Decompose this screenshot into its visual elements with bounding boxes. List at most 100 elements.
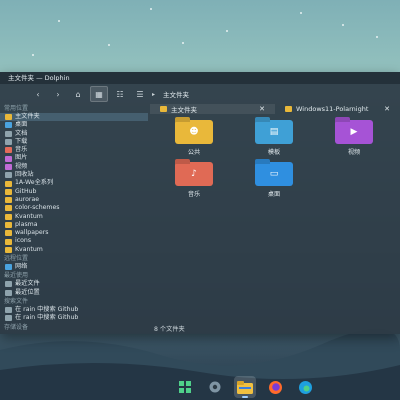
close-tab-icon[interactable]: ✕: [259, 105, 265, 113]
folder-icon: [5, 246, 12, 253]
network-icon: [5, 264, 12, 271]
settings-icon[interactable]: [204, 376, 226, 398]
home-folder-icon: [5, 114, 12, 121]
folder-icon: ▶: [335, 120, 373, 144]
tab-label: Windows11-Polarnight: [296, 105, 369, 113]
status-bar: 8 个文件夹: [154, 326, 185, 333]
pictures-folder-icon: [5, 155, 12, 162]
tab-home[interactable]: 主文件夹 ✕: [150, 104, 275, 114]
trash-icon: [5, 172, 12, 179]
music-note-icon: ♪: [191, 169, 197, 179]
folder-item[interactable]: ▭ 桌面: [244, 162, 304, 198]
breadcrumb-arrow-icon: ▸: [152, 90, 156, 98]
sidebar-item[interactable]: 下载: [0, 138, 148, 146]
sidebar-item-label: Kvantum: [15, 245, 43, 253]
sidebar-item-label: 最近文件: [15, 280, 40, 288]
folder-icon: [5, 197, 12, 204]
section-recent: 最近使用: [4, 272, 29, 280]
sidebar-item-label: Kvantum: [15, 212, 43, 220]
sidebar-item[interactable]: 在 rain 中搜索 Github: [0, 306, 148, 314]
file-manager-icon[interactable]: [234, 376, 256, 398]
sidebar-item-label: 在 rain 中搜索 Github: [15, 314, 79, 322]
sidebar-item-label: aurorae: [15, 195, 40, 203]
documents-folder-icon: [5, 130, 12, 137]
start-menu-icon[interactable]: [174, 376, 196, 398]
folder-icon: ☻: [175, 120, 213, 144]
places-panel: 常用位置 主文件夹 桌面 文档 下载 音乐 图片 视频 回收站 1A-We全系列 GitHub au…: [0, 104, 148, 334]
person-icon: ☻: [189, 127, 199, 137]
sidebar-item-label: 图片: [15, 154, 28, 162]
folder-label: 桌面: [267, 191, 281, 198]
icons-view-icon[interactable]: ▦: [90, 86, 108, 102]
folder-icon: [5, 230, 12, 237]
taskbar: [0, 374, 400, 400]
sidebar-item[interactable]: 视频: [0, 163, 148, 171]
tab-bar: 主文件夹 ✕ Windows11-Polarnight ✕: [150, 104, 400, 114]
close-tab-icon[interactable]: ✕: [384, 105, 390, 113]
folder-label: 公共: [187, 149, 201, 156]
section-remote: 远程位置: [4, 255, 29, 263]
folder-icon: ▭: [255, 162, 293, 186]
sidebar-item[interactable]: plasma: [0, 221, 148, 229]
folder-icon: [5, 188, 12, 195]
folder-icon: ▤: [255, 120, 293, 144]
search-icon: [5, 307, 12, 314]
sidebar-item-label: 文档: [15, 129, 28, 137]
window-title: 主文件夹 — Dolphin: [0, 72, 400, 84]
folder-item[interactable]: ▶ 视频: [324, 120, 384, 156]
video-icon: ▶: [350, 127, 358, 137]
section-search: 搜索文件: [4, 297, 29, 305]
sidebar-item[interactable]: 在 rain 中搜索 Github: [0, 314, 148, 322]
sidebar-item[interactable]: 最近文件: [0, 280, 148, 288]
compact-view-icon[interactable]: ☷: [112, 87, 128, 101]
tab-label: 主文件夹: [171, 106, 197, 114]
sidebar-item[interactable]: 文档: [0, 130, 148, 138]
dolphin-window: 主文件夹 — Dolphin ‹ › ⌂ ▦ ☷ ☰ ▸ 主文件夹 常用位置 主…: [0, 72, 400, 334]
sidebar-item[interactable]: 桌面: [0, 121, 148, 129]
folder-label: 模板: [267, 149, 281, 156]
sidebar-item-label: plasma: [15, 220, 38, 228]
edge-browser-icon[interactable]: [294, 376, 316, 398]
sidebar-item-label: 视频: [15, 162, 28, 170]
section-places: 常用位置: [4, 105, 29, 112]
back-icon[interactable]: ‹: [30, 87, 46, 101]
firefox-icon[interactable]: [264, 376, 286, 398]
sidebar-item[interactable]: 图片: [0, 154, 148, 162]
sidebar-item-label: 下载: [15, 137, 28, 145]
search-icon: [5, 315, 12, 322]
sidebar-item-label: GitHub: [15, 187, 37, 195]
folder-label: 音乐: [187, 191, 201, 198]
sidebar-item[interactable]: wallpapers: [0, 229, 148, 237]
folder-icon: [285, 106, 292, 112]
folder-item[interactable]: ▤ 模板: [244, 120, 304, 156]
sidebar-item[interactable]: 1A-We全系列: [0, 179, 148, 187]
tab-windows11-polarnight[interactable]: Windows11-Polarnight ✕: [275, 104, 400, 114]
sidebar-item[interactable]: Kvantum: [0, 213, 148, 221]
folder-icon: [5, 238, 12, 245]
folder-icon: [160, 106, 167, 112]
sidebar-item[interactable]: GitHub: [0, 188, 148, 196]
folder-item[interactable]: ♪ 音乐: [164, 162, 224, 198]
desktop-icon: ▭: [269, 169, 279, 179]
home-icon[interactable]: ⌂: [70, 87, 86, 101]
folder-icon: ♪: [175, 162, 213, 186]
downloads-folder-icon: [5, 139, 12, 146]
breadcrumb[interactable]: 主文件夹: [163, 89, 189, 99]
sidebar-item[interactable]: icons: [0, 237, 148, 245]
sidebar-item[interactable]: aurorae: [0, 196, 148, 204]
templates-icon: ▤: [269, 127, 279, 137]
sidebar-item[interactable]: Kvantum: [0, 246, 148, 254]
section-devices: 存储设备: [4, 323, 29, 331]
folder-icon: [5, 205, 12, 212]
sidebar-item[interactable]: 网络: [0, 263, 148, 271]
details-view-icon[interactable]: ☰: [132, 87, 148, 101]
folder-icon: [5, 180, 12, 187]
file-view: 主文件夹 ✕ Windows11-Polarnight ✕ ☻ 公共 ▤ 模板 ▶ 视频 ♪…: [150, 104, 400, 334]
sidebar-item-label: icons: [15, 237, 32, 245]
recent-locations-icon: [5, 289, 12, 296]
recent-files-icon: [5, 281, 12, 288]
sidebar-item[interactable]: 最近位置: [0, 289, 148, 297]
forward-icon[interactable]: ›: [50, 87, 66, 101]
sidebar-item[interactable]: color-schemes: [0, 204, 148, 212]
folder-item[interactable]: ☻ 公共: [164, 120, 224, 156]
